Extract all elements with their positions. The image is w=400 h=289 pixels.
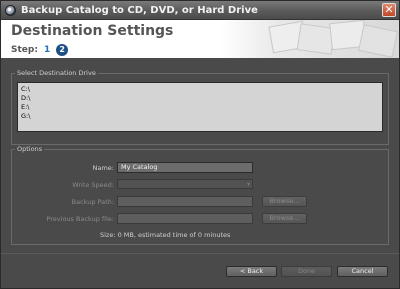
close-icon: ✕ xyxy=(384,3,394,16)
backup-path-label: Backup Path: xyxy=(71,198,114,206)
drive-item-g[interactable]: G:\ xyxy=(21,112,379,121)
title-bar: Backup Catalog to CD, DVD, or Hard Drive… xyxy=(1,1,399,20)
step-2-current: 2 xyxy=(56,44,69,56)
page-title: Destination Settings xyxy=(11,23,174,39)
previous-backup-input xyxy=(117,213,253,224)
footer-divider xyxy=(1,253,399,254)
wizard-header: Destination Settings Step: 1 2 xyxy=(1,20,399,58)
app-disc-icon xyxy=(5,5,16,16)
header-decoration-graphic xyxy=(268,20,398,58)
done-button: Done xyxy=(281,266,332,277)
backup-path-input xyxy=(117,196,253,207)
drive-list[interactable]: C:\ D:\ E:\ G:\ xyxy=(17,82,383,132)
backup-catalog-dialog: Backup Catalog to CD, DVD, or Hard Drive… xyxy=(0,0,400,289)
drive-item-d[interactable]: D:\ xyxy=(21,94,379,103)
previous-backup-browse-button: Browse... xyxy=(262,213,307,224)
window-title: Backup Catalog to CD, DVD, or Hard Drive xyxy=(21,5,258,16)
destination-drive-legend: Select Destination Drive xyxy=(15,69,98,77)
options-legend: Options xyxy=(15,145,45,153)
chevron-down-icon: ▾ xyxy=(246,181,250,188)
backup-path-browse-button: Browse... xyxy=(262,196,307,207)
destination-drive-group: Select Destination Drive C:\ D:\ E:\ G:\ xyxy=(11,69,389,145)
close-button[interactable]: ✕ xyxy=(382,3,396,17)
drive-item-e[interactable]: E:\ xyxy=(21,103,379,112)
step-label: Step: xyxy=(11,45,38,55)
step-1[interactable]: 1 xyxy=(44,45,50,55)
name-input[interactable]: My Catalog xyxy=(117,162,253,173)
size-estimate: Size: 0 MB, estimated time of 0 minutes xyxy=(100,231,231,239)
back-button[interactable]: < Back xyxy=(226,266,277,277)
write-speed-select: ▾ xyxy=(117,179,253,189)
name-label: Name: xyxy=(92,164,114,172)
cancel-button[interactable]: Cancel xyxy=(337,266,388,277)
write-speed-label: Write Speed: xyxy=(72,181,114,189)
drive-item-c[interactable]: C:\ xyxy=(21,85,379,94)
previous-backup-label: Previous Backup file: xyxy=(46,215,114,223)
step-indicator: Step: 1 2 xyxy=(11,44,69,56)
